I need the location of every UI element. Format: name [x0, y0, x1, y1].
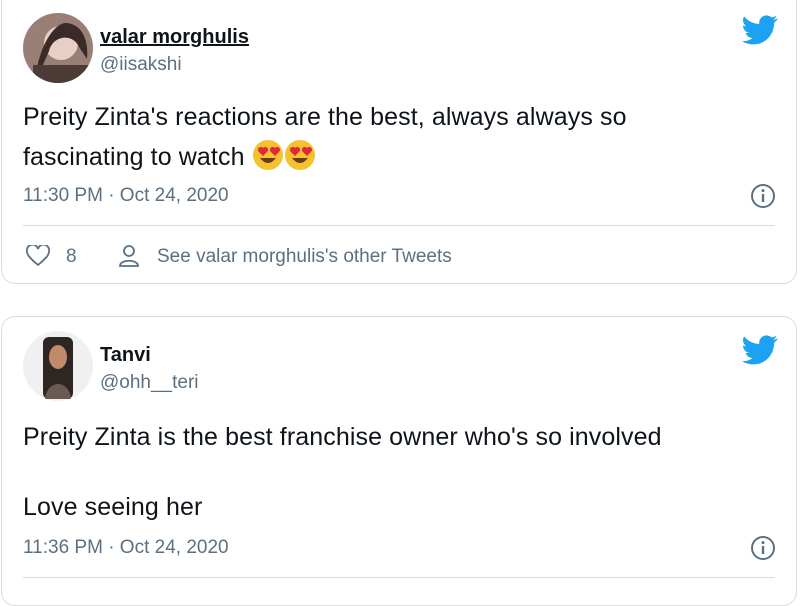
display-name[interactable]: Tanvi [100, 344, 151, 367]
tweet-text-line: Preity Zinta's reactions are the best, a… [23, 103, 627, 131]
twitter-bird-icon[interactable] [742, 335, 778, 365]
tweet-text-fragment: fascinating to watch [23, 143, 245, 171]
divider [23, 225, 775, 226]
tweet-text-line: Preity Zinta is the best franchise owner… [23, 423, 662, 451]
see-other-tweets-link[interactable]: See valar morghulis's other Tweets [157, 246, 452, 268]
display-name[interactable]: valar morghulis [100, 26, 249, 49]
heart-eyes-emoji [284, 139, 316, 178]
person-icon[interactable] [118, 244, 140, 268]
divider [23, 577, 775, 578]
avatar[interactable] [23, 13, 93, 83]
twitter-bird-icon[interactable] [742, 15, 778, 45]
tweet-text-line: Love seeing her [23, 493, 203, 521]
avatar[interactable] [23, 331, 93, 401]
handle[interactable]: @ohh__teri [100, 372, 199, 394]
like-count[interactable]: 8 [66, 246, 77, 268]
info-icon[interactable] [750, 535, 776, 561]
tweet-timestamp[interactable]: 11:36 PM · Oct 24, 2020 [23, 537, 229, 559]
heart-eyes-emoji [252, 139, 284, 178]
handle[interactable]: @iisakshi [100, 54, 182, 76]
tweet-card[interactable]: Tanvi @ohh__teri Preity Zinta is the bes… [1, 316, 797, 606]
heart-icon[interactable] [26, 245, 50, 267]
tweet-card[interactable]: valar morghulis @iisakshi Preity Zinta's… [1, 0, 797, 284]
tweet-timestamp[interactable]: 11:30 PM · Oct 24, 2020 [23, 185, 229, 207]
tweet-text-line: fascinating to watch [23, 139, 316, 178]
info-icon[interactable] [750, 183, 776, 209]
